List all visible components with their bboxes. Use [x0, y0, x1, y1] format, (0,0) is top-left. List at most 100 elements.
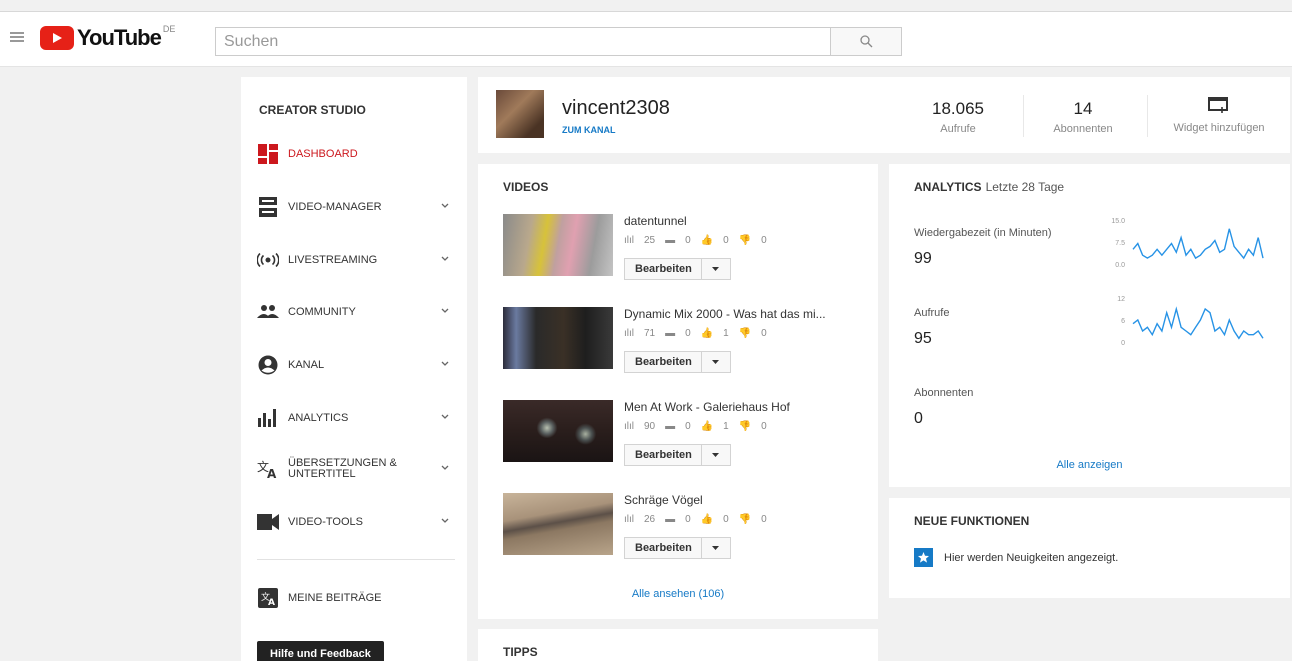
edit-dropdown[interactable] — [702, 267, 730, 271]
chevron-down-icon[interactable] — [441, 360, 449, 368]
dislikes-count: 0 — [761, 235, 767, 246]
edit-dropdown[interactable] — [702, 546, 730, 550]
video-stats: ılıl 90 ▬ 0 👍 1 👎 0 — [624, 421, 777, 432]
edit-label: Bearbeiten — [625, 259, 702, 279]
video-thumbnail[interactable] — [503, 400, 613, 462]
dislikes-count: 0 — [761, 421, 767, 432]
stat-separator — [1023, 95, 1024, 137]
video-thumbnail[interactable] — [503, 214, 613, 276]
chevron-down-icon[interactable] — [441, 464, 449, 472]
video-title[interactable]: datentunnel — [624, 214, 687, 228]
sidebar-item-video-manager[interactable]: VIDEO-MANAGER — [257, 194, 457, 220]
channel-icon — [257, 354, 279, 376]
views-value: 18.065 — [932, 99, 984, 118]
videos-card: VIDEOS datentunnel ılıl 25 ▬ 0 👍 0 👎 0 Bearb… — [478, 164, 878, 619]
news-text: Hier werden Neuigkeiten angezeigt. — [944, 551, 1119, 564]
caret-down-icon — [712, 267, 720, 271]
edit-button[interactable]: Bearbeiten — [624, 537, 731, 559]
svg-text:A: A — [268, 598, 275, 608]
views-count: 71 — [644, 328, 656, 339]
views-sparkline[interactable]: 12 6 0 — [1107, 292, 1267, 348]
edit-button[interactable]: Bearbeiten — [624, 258, 731, 280]
see-all-videos-link[interactable]: Alle ansehen (106) — [478, 588, 878, 600]
edit-dropdown[interactable] — [702, 360, 730, 364]
chevron-down-icon[interactable] — [441, 307, 449, 315]
edit-label: Bearbeiten — [625, 352, 702, 372]
analytics-period: Letzte 28 Tage — [985, 180, 1065, 194]
show-all-analytics-link[interactable]: Alle anzeigen — [889, 459, 1290, 471]
search-button[interactable] — [830, 27, 902, 56]
sidebar-item-dashboard[interactable]: DASHBOARD — [257, 141, 457, 167]
video-thumbnail[interactable] — [503, 493, 613, 555]
video-title[interactable]: Schräge Vögel — [624, 493, 703, 507]
sidebar-item-label: ÜBERSETZUNGEN & UNTERTITEL — [288, 458, 397, 480]
video-stats: ılıl 71 ▬ 0 👍 1 👎 0 — [624, 328, 777, 339]
like-icon: 👍 — [700, 421, 714, 432]
chevron-down-icon[interactable] — [441, 517, 449, 525]
likes-count: 1 — [723, 421, 729, 432]
search-input[interactable] — [216, 28, 830, 55]
sparkline-tick-label: 7.5 — [1115, 240, 1125, 247]
help-feedback-button[interactable]: Hilfe und Feedback — [257, 641, 384, 661]
comments-count: 0 — [685, 235, 691, 246]
masthead: YouTube DE — [0, 12, 1292, 67]
chevron-down-icon[interactable] — [441, 255, 449, 263]
sidebar-item-livestreaming[interactable]: LIVESTREAMING — [257, 247, 457, 273]
add-widget-button[interactable]: Widget hinzufügen — [1164, 97, 1274, 134]
sidebar-item-translations[interactable]: 文A ÜBERSETZUNGEN & UNTERTITEL — [257, 456, 457, 482]
sidebar-item-label: LIVESTREAMING — [288, 253, 378, 266]
dislike-icon: 👎 — [738, 235, 752, 246]
sidebar-item-label: VIDEO-TOOLS — [288, 515, 363, 528]
youtube-logo[interactable]: YouTube DE — [40, 24, 175, 50]
analytics-card: ANALYTICS Letzte 28 Tage Wiedergabezeit (… — [889, 164, 1290, 487]
sidebar-item-contributions[interactable]: 文A MEINE BEITRÄGE — [257, 585, 457, 611]
add-widget-icon — [1208, 97, 1228, 113]
video-thumbnail[interactable] — [503, 307, 613, 369]
creator-studio-sidebar: CREATOR STUDIO DASHBOARD VIDEO-MANAGER L… — [241, 77, 467, 661]
comments-icon: ▬ — [665, 235, 676, 246]
watch-time-sparkline[interactable]: 15.0 7.5 0.0 — [1107, 214, 1267, 270]
view-channel-link[interactable]: ZUM KANAL — [562, 125, 616, 135]
dislikes-count: 0 — [761, 514, 767, 525]
views-icon: ılıl — [624, 328, 634, 339]
views-count: 25 — [644, 235, 656, 246]
video-title[interactable]: Men At Work - Galeriehaus Hof — [624, 400, 790, 414]
star-icon — [914, 548, 933, 567]
sidebar-item-label-line2: UNTERTITEL — [288, 468, 356, 480]
add-widget-label: Widget hinzufügen — [1173, 122, 1265, 134]
caret-down-icon — [712, 546, 720, 550]
dislikes-count: 0 — [761, 328, 767, 339]
chevron-down-icon[interactable] — [441, 413, 449, 421]
channel-avatar[interactable] — [496, 90, 544, 138]
subscribers-stat[interactable]: 14 Abonnenten — [1043, 99, 1123, 135]
edit-dropdown[interactable] — [702, 453, 730, 457]
chevron-down-icon[interactable] — [441, 202, 449, 210]
video-item: Men At Work - Galeriehaus Hof ılıl 90 ▬ 0 … — [503, 400, 873, 466]
news-item: Hier werden Neuigkeiten angezeigt. — [914, 548, 1118, 567]
sidebar-item-community[interactable]: COMMUNITY — [257, 299, 457, 325]
video-stats: ılıl 26 ▬ 0 👍 0 👎 0 — [624, 514, 777, 525]
edit-button[interactable]: Bearbeiten — [624, 444, 731, 466]
search-icon — [859, 35, 872, 48]
sidebar-item-analytics[interactable]: ANALYTICS — [257, 405, 457, 431]
views-stat[interactable]: 18.065 Aufrufe — [918, 99, 998, 135]
sparkline-tick-label: 15.0 — [1111, 218, 1125, 225]
sidebar-item-video-tools[interactable]: VIDEO-TOOLS — [257, 509, 457, 535]
analytics-title: ANALYTICS — [914, 180, 982, 194]
views-count: 90 — [644, 421, 656, 432]
channel-name: vincent2308 — [562, 97, 670, 119]
edit-label: Bearbeiten — [625, 445, 702, 465]
edit-label: Bearbeiten — [625, 538, 702, 558]
comments-icon: ▬ — [665, 328, 676, 339]
menu-icon[interactable] — [10, 32, 24, 42]
video-title[interactable]: Dynamic Mix 2000 - Was hat das mi... — [624, 307, 826, 321]
sidebar-item-channel[interactable]: KANAL — [257, 352, 457, 378]
svg-text:A: A — [267, 467, 277, 479]
new-features-title: NEUE FUNKTIONEN — [914, 514, 1030, 528]
video-stats: ılıl 25 ▬ 0 👍 0 👎 0 — [624, 235, 777, 246]
tips-title: TIPPS — [503, 645, 538, 659]
edit-button[interactable]: Bearbeiten — [624, 351, 731, 373]
views-metric-label: Aufrufe — [914, 307, 950, 319]
sparkline-tick-label: 6 — [1121, 318, 1125, 325]
subscribers-label: Abonnenten — [1053, 123, 1113, 135]
